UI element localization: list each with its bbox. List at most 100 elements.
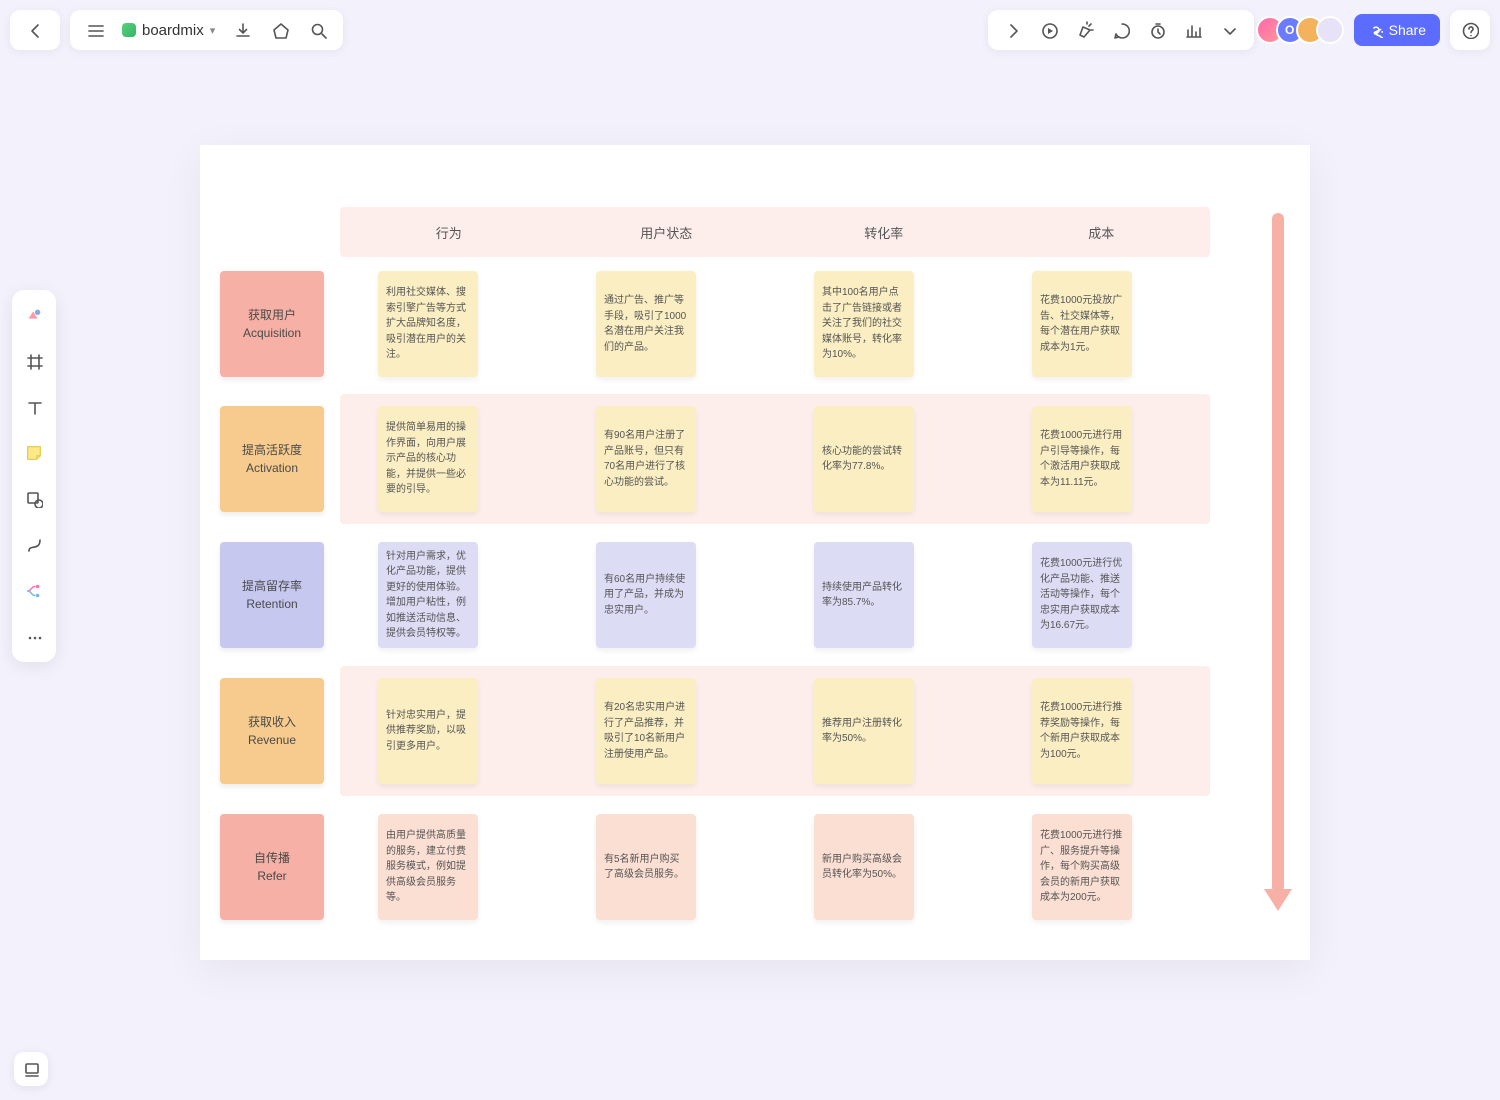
download-icon	[233, 21, 251, 39]
tag-icon	[271, 21, 289, 39]
doc-title[interactable]: boardmix ▾	[116, 22, 221, 39]
logo-icon	[122, 23, 136, 37]
menu-button[interactable]	[78, 13, 112, 47]
col-header: 行为	[340, 207, 558, 257]
stage-en: Refer	[257, 867, 286, 885]
back-pill	[10, 10, 60, 50]
aarrr-row: 自传播 Refer 由用户提供高质量的服务，建立付费服务模式，例如提供高级会员服…	[220, 814, 1220, 920]
avatar	[1316, 16, 1344, 44]
stage-cn: 提高留存率	[242, 577, 302, 595]
sticky-note[interactable]: 新用户购买高级会员转化率为50%。	[814, 814, 914, 920]
more-tool[interactable]	[21, 624, 47, 650]
shape-tool[interactable]	[21, 486, 47, 512]
sticky-note[interactable]: 推荐用户注册转化率为50%。	[814, 678, 914, 784]
chevron-down-icon: ▾	[210, 24, 216, 37]
sticky-note[interactable]: 利用社交媒体、搜索引擎广告等方式扩大品牌知名度，吸引潜在用户的关注。	[378, 271, 478, 377]
stage-card[interactable]: 获取收入 Revenue	[220, 678, 324, 784]
stage-en: Retention	[246, 595, 297, 613]
column-headers: 行为 用户状态 转化率 成本	[340, 207, 1210, 257]
search-button[interactable]	[301, 13, 335, 47]
note-text: 花费1000元进行用户引导等操作，每个激活用户获取成本为11.11元。	[1040, 428, 1124, 490]
note-text: 有60名用户持续使用了产品，并成为忠实用户。	[604, 572, 688, 619]
sticky-note[interactable]: 持续使用产品转化率为85.7%。	[814, 542, 914, 648]
sticky-note[interactable]: 花费1000元进行用户引导等操作，每个激活用户获取成本为11.11元。	[1032, 406, 1132, 512]
sticky-note[interactable]: 有60名用户持续使用了产品，并成为忠实用户。	[596, 542, 696, 648]
note-text: 利用社交媒体、搜索引擎广告等方式扩大品牌知名度，吸引潜在用户的关注。	[386, 285, 470, 363]
note-text: 由用户提供高质量的服务，建立付费服务模式，例如提供高级会员服务等。	[386, 828, 470, 906]
connector-icon	[25, 536, 43, 554]
stage-card[interactable]: 获取用户 Acquisition	[220, 271, 324, 377]
timer-button[interactable]	[1140, 13, 1174, 47]
present-button[interactable]	[1032, 13, 1066, 47]
back-button[interactable]	[18, 13, 52, 47]
canvas[interactable]: 行为 用户状态 转化率 成本 获取用户 Acquisition 利用社交媒体、搜…	[200, 145, 1310, 960]
connector-tool[interactable]	[21, 532, 47, 558]
stage-en: Revenue	[248, 731, 296, 749]
frame-tool[interactable]	[21, 348, 47, 374]
chevron-right-icon	[1004, 21, 1022, 39]
share-button[interactable]: Share	[1354, 14, 1440, 46]
sticky-note[interactable]: 通过广告、推广等手段，吸引了1000名潜在用户关注我们的产品。	[596, 271, 696, 377]
stage-card[interactable]: 提高留存率 Retention	[220, 542, 324, 648]
aarrr-row: 获取用户 Acquisition 利用社交媒体、搜索引擎广告等方式扩大品牌知名度…	[220, 271, 1220, 377]
text-tool[interactable]	[21, 394, 47, 420]
layers-icon	[22, 1060, 40, 1078]
col-header: 转化率	[775, 207, 993, 257]
sticky-note[interactable]: 提供简单易用的操作界面，向用户展示产品的核心功能，并提供一些必要的引导。	[378, 406, 478, 512]
sticky-note[interactable]: 有5名新用户购买了高级会员服务。	[596, 814, 696, 920]
download-button[interactable]	[225, 13, 259, 47]
more-icon	[25, 628, 43, 646]
stage-card[interactable]: 提高活跃度 Activation	[220, 406, 324, 512]
menu-icon	[86, 21, 104, 39]
note-text: 针对用户需求，优化产品功能，提供更好的使用体验。增加用户粘性，例如推送活动信息、…	[386, 549, 470, 642]
stage-cn: 提高活跃度	[242, 441, 302, 459]
search-icon	[309, 21, 327, 39]
sticky-note[interactable]: 有90名用户注册了产品账号，但只有70名用户进行了核心功能的尝试。	[596, 406, 696, 512]
mindmap-tool[interactable]	[21, 578, 47, 604]
stage-card[interactable]: 自传播 Refer	[220, 814, 324, 920]
note-text: 有90名用户注册了产品账号，但只有70名用户进行了核心功能的尝试。	[604, 428, 688, 490]
left-toolbox	[12, 290, 56, 662]
share-label: Share	[1389, 22, 1426, 38]
aarrr-row: 提高活跃度 Activation 提供简单易用的操作界面，向用户展示产品的核心功…	[220, 406, 1220, 512]
templates-tool[interactable]	[21, 302, 47, 328]
note-text: 其中100名用户点击了广告链接或者关注了我们的社交媒体账号，转化率为10%。	[822, 285, 906, 363]
chevron-left-icon	[26, 21, 44, 39]
doc-title-text: boardmix	[142, 22, 204, 39]
help-button[interactable]	[1458, 13, 1482, 47]
expand-button[interactable]	[996, 13, 1030, 47]
sticky-note[interactable]: 花费1000元投放广告、社交媒体等，每个潜在用户获取成本为1元。	[1032, 271, 1132, 377]
more-tools-button[interactable]	[1212, 13, 1246, 47]
confetti-button[interactable]	[1068, 13, 1102, 47]
sticky-note[interactable]: 核心功能的尝试转化率为77.8%。	[814, 406, 914, 512]
sticky-note[interactable]: 由用户提供高质量的服务，建立付费服务模式，例如提供高级会员服务等。	[378, 814, 478, 920]
help-pill	[1450, 10, 1490, 50]
chart-button[interactable]	[1176, 13, 1210, 47]
sticky-note[interactable]: 针对用户需求，优化产品功能，提供更好的使用体验。增加用户粘性，例如推送活动信息、…	[378, 542, 478, 648]
doc-pill: boardmix ▾	[70, 10, 343, 50]
chart-icon	[1184, 21, 1202, 39]
sticky-tool[interactable]	[21, 440, 47, 466]
tag-button[interactable]	[263, 13, 297, 47]
sticky-note[interactable]: 其中100名用户点击了广告链接或者关注了我们的社交媒体账号，转化率为10%。	[814, 271, 914, 377]
col-header: 成本	[993, 207, 1211, 257]
sticky-note[interactable]: 花费1000元进行优化产品功能、推送活动等操作，每个忠实用户获取成本为16.67…	[1032, 542, 1132, 648]
sticky-note[interactable]: 有20名忠实用户进行了产品推荐，并吸引了10名新用户注册使用产品。	[596, 678, 696, 784]
sticky-note[interactable]: 花费1000元进行推荐奖励等操作，每个新用户获取成本为100元。	[1032, 678, 1132, 784]
timer-icon	[1148, 21, 1166, 39]
stage-cn: 获取用户	[248, 306, 296, 324]
chevron-down-icon	[1220, 21, 1238, 39]
frame-icon	[25, 352, 43, 370]
avatar-initial: O	[1285, 23, 1294, 37]
sticky-icon	[25, 444, 43, 462]
avatar-stack[interactable]: O	[1264, 16, 1344, 44]
shape-icon	[25, 490, 43, 508]
comment-button[interactable]	[1104, 13, 1138, 47]
stage-cn: 获取收入	[248, 713, 296, 731]
sticky-note[interactable]: 针对忠实用户，提供推荐奖励，以吸引更多用户。	[378, 678, 478, 784]
mindmap-icon	[25, 582, 43, 600]
note-text: 有20名忠实用户进行了产品推荐，并吸引了10名新用户注册使用产品。	[604, 700, 688, 762]
minimap-button[interactable]	[14, 1052, 48, 1086]
sticky-note[interactable]: 花费1000元进行推广、服务提升等操作，每个购买高级会员的新用户获取成本为200…	[1032, 814, 1132, 920]
note-text: 针对忠实用户，提供推荐奖励，以吸引更多用户。	[386, 708, 470, 755]
